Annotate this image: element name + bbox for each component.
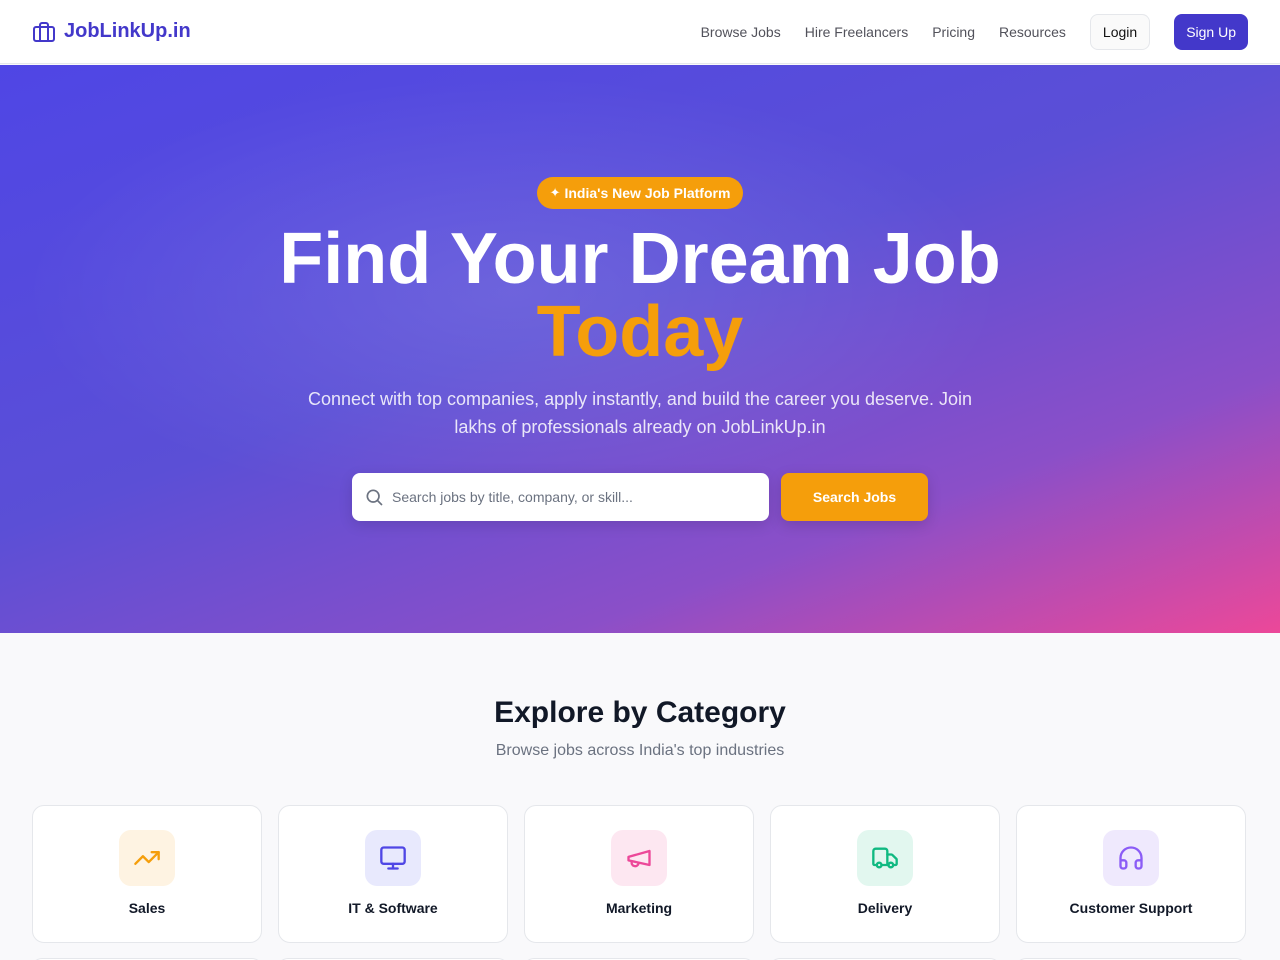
nav-link-pricing[interactable]: Pricing (932, 24, 975, 40)
nav-link-resources[interactable]: Resources (999, 24, 1066, 40)
category-label: Customer Support (1069, 900, 1193, 916)
trending-up-icon (134, 851, 160, 865)
category-cards: Sales IT & Software Marketing Delivery C… (32, 805, 1248, 943)
hero-title-highlight: Today (536, 292, 744, 372)
category-icon-box (119, 830, 175, 886)
sparkle-icon: ✦ (549, 185, 561, 200)
category-icon-box (365, 830, 421, 886)
search-jobs-button[interactable]: Search Jobs (781, 473, 928, 521)
hero-section: ✦ India's New Job Platform Find Your Dre… (0, 65, 1280, 633)
badge-label: India's New Job Platform (564, 185, 731, 201)
category-section-title: Explore by Category (494, 696, 786, 729)
category-label: Marketing (605, 900, 673, 916)
category-label: Delivery (857, 900, 913, 916)
category-label: IT & Software (348, 900, 438, 916)
category-card-customer-support[interactable]: Customer Support (1016, 805, 1246, 943)
hero-subtitle: Connect with top companies, apply instan… (307, 389, 973, 437)
nav-link-hire-freelancers[interactable]: Hire Freelancers (805, 24, 908, 40)
nav-links: Browse Jobs Hire Freelancers Pricing Res… (701, 13, 1248, 50)
category-icon-box (1103, 830, 1159, 886)
category-icon-box (857, 830, 913, 886)
brand-name: JobLinkUp.in (64, 20, 191, 42)
megaphone-icon (627, 849, 651, 868)
category-section-subtitle: Browse jobs across India's top industrie… (495, 742, 785, 759)
nav-link-browse-jobs[interactable]: Browse Jobs (701, 24, 781, 40)
navbar: JobLinkUp.in Browse Jobs Hire Freelancer… (0, 0, 1280, 64)
truck-icon (872, 847, 898, 869)
search-icon (364, 487, 384, 507)
category-card-marketing[interactable]: Marketing (524, 805, 754, 943)
category-card-it-software[interactable]: IT & Software (278, 805, 508, 943)
search-input[interactable] (392, 489, 752, 505)
briefcase-icon (32, 20, 56, 44)
monitor-icon (380, 846, 406, 870)
brand-logo[interactable]: JobLinkUp.in (32, 20, 191, 44)
hero-title: Find Your Dream Job (279, 219, 1001, 299)
headphones-icon (1119, 846, 1143, 870)
signup-button[interactable]: Sign Up (1174, 13, 1248, 50)
category-card-sales[interactable]: Sales (32, 805, 262, 943)
category-card-delivery[interactable]: Delivery (770, 805, 1000, 943)
login-button[interactable]: Login (1089, 13, 1151, 50)
search-box (352, 473, 769, 521)
category-label: Sales (128, 900, 166, 916)
category-icon-box (611, 830, 667, 886)
platform-badge: ✦ India's New Job Platform (537, 177, 743, 209)
